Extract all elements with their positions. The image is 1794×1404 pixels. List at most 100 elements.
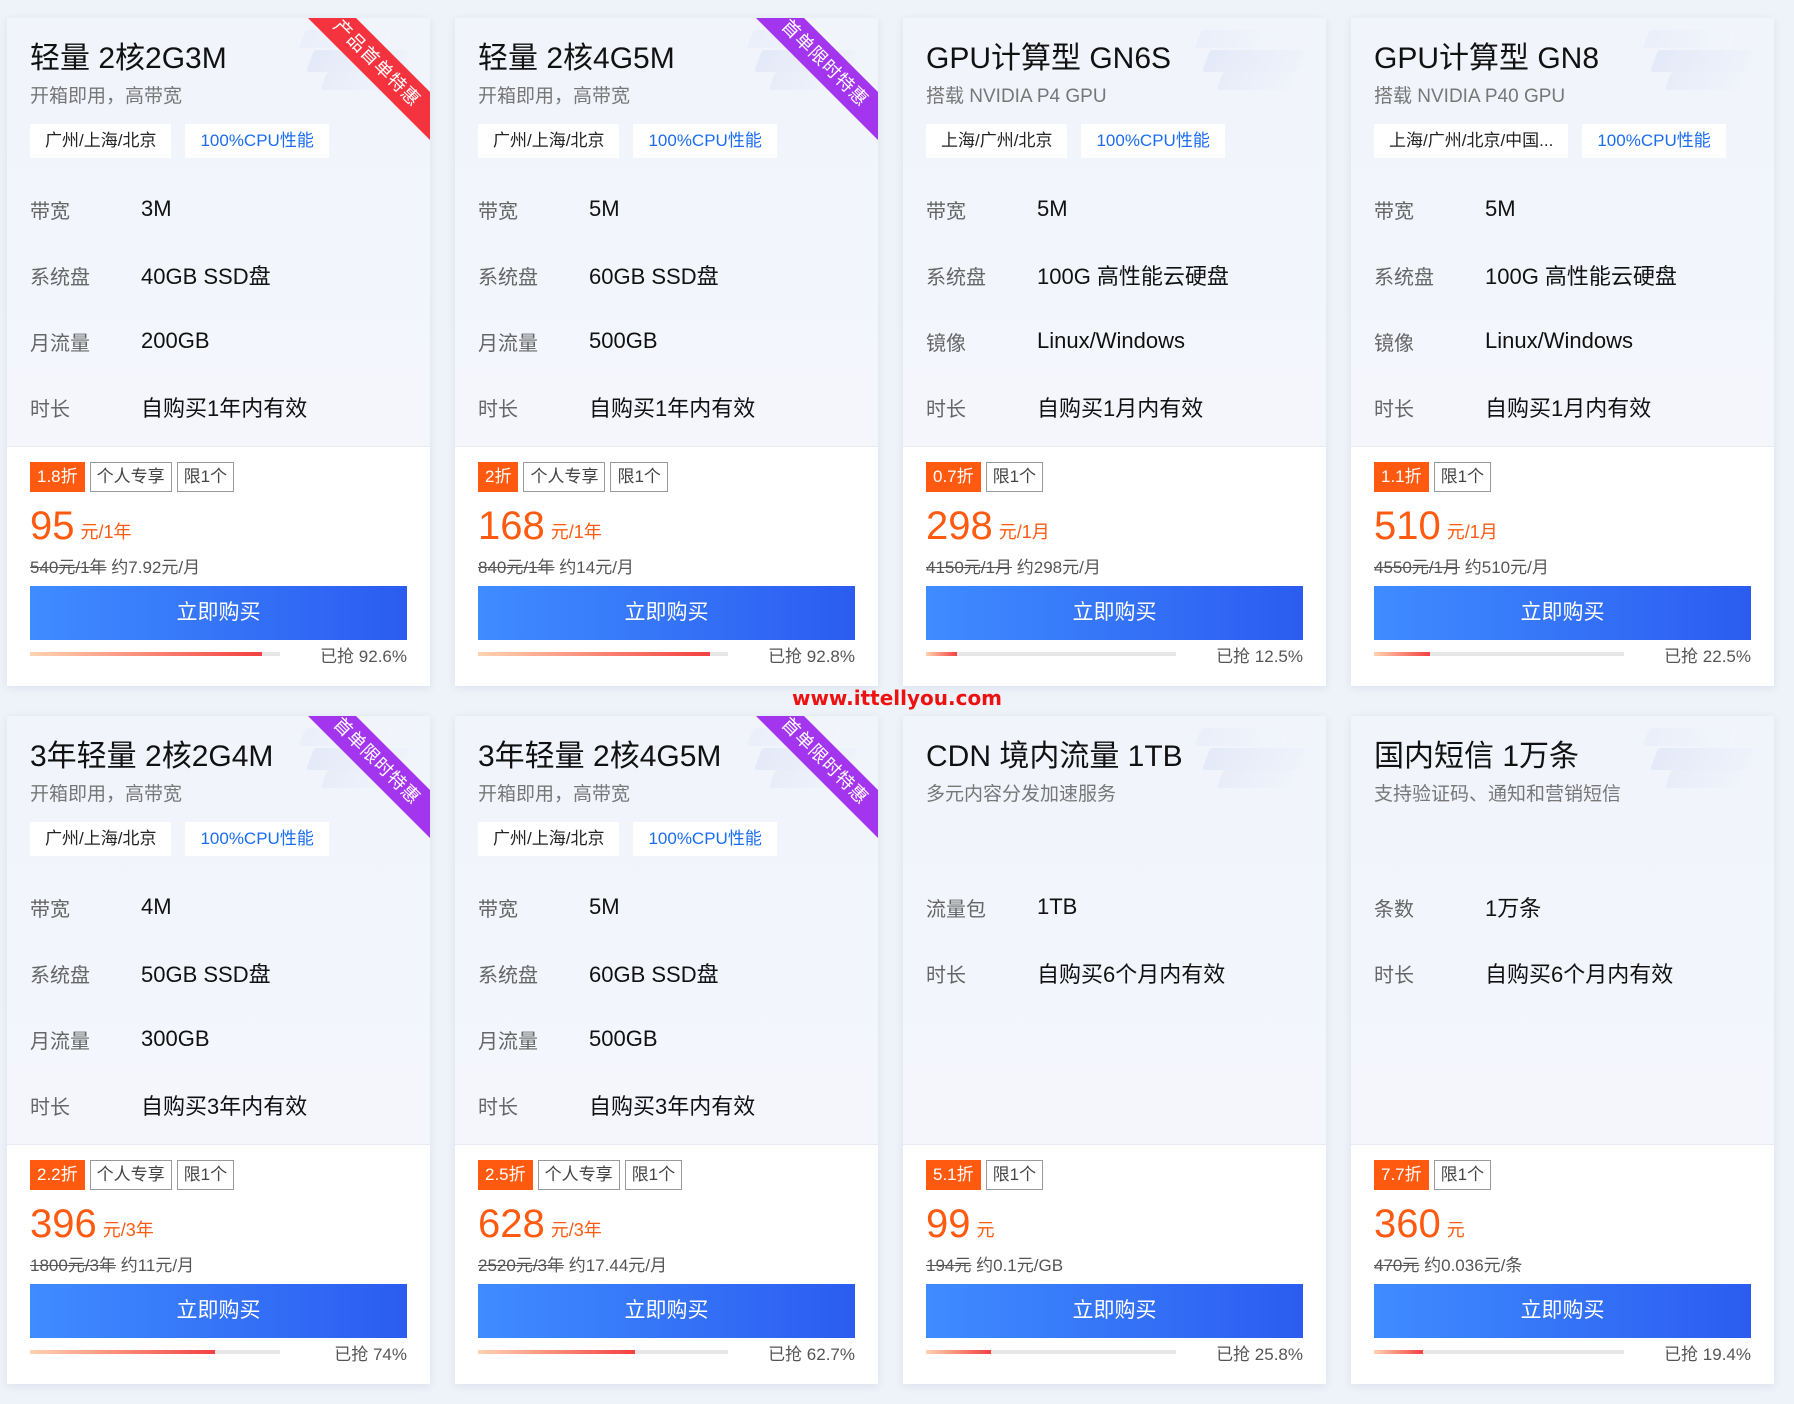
- discount-badge: 2.5折: [478, 1160, 533, 1190]
- spec-label: 系统盘: [30, 266, 90, 289]
- price-unit: 元/1年: [80, 522, 132, 542]
- card-header: CDN 境内流量 1TB 多元内容分发加速服务 流量包 1TB 时长 自购买6个月内有效: [903, 716, 1326, 1145]
- spec-value: 200GB: [141, 328, 210, 353]
- card-header: 首单限时特惠 3年轻量 2核2G4M 开箱即用，高带宽 广州/上海/北京 100%CPU…: [7, 716, 430, 1145]
- spec-value: 300GB: [141, 1026, 210, 1051]
- spec-row: 系统盘 50GB SSD盘: [30, 940, 407, 1006]
- price-row: 628 元/3年: [478, 1201, 855, 1247]
- product-card: GPU计算型 GN8 搭载 NVIDIA P40 GPU 上海/广州/北京/中国..…: [1351, 18, 1774, 686]
- tag-list: 上海/广州/北京/中国... 100%CPU性能: [1374, 124, 1751, 158]
- price-unit: 元: [976, 1220, 995, 1240]
- spec-value: 自购买1月内有效: [1485, 396, 1652, 421]
- spec-value: 自购买1年内有效: [589, 396, 756, 421]
- limit-badge: 限1个: [176, 462, 235, 492]
- cpu-tag: 100%CPU性能: [185, 822, 329, 856]
- progress-bar: [478, 652, 728, 656]
- spec-row: 带宽 5M: [478, 176, 855, 242]
- spec-row: 月流量 500GB: [478, 1006, 855, 1072]
- spec-list: 条数 1万条时长 自购买6个月内有效: [1374, 874, 1751, 1006]
- cpu-tag: 100%CPU性能: [633, 822, 777, 856]
- spec-label: 条数: [1374, 898, 1414, 921]
- spec-row: 带宽 5M: [478, 874, 855, 940]
- progress-fill: [478, 652, 710, 656]
- original-price-row: 194元 约0.1元/GB: [926, 1251, 1303, 1275]
- sale-price: 168: [478, 504, 545, 548]
- buy-now-button[interactable]: 立即购买: [926, 586, 1303, 640]
- spec-list: 带宽 3M 系统盘 40GB SSD盘 月流量 200GB 时长 自购买1年内有效: [30, 176, 407, 440]
- monthly-approx: 约17.44元/月: [568, 1256, 667, 1275]
- spec-label: 月流量: [478, 1030, 538, 1053]
- sales-progress: 已抢 19.4%: [1374, 1341, 1751, 1364]
- buy-now-button[interactable]: 立即购买: [30, 1284, 407, 1338]
- spec-row: 时长 自购买1年内有效: [30, 374, 407, 440]
- spec-label: 带宽: [1374, 200, 1414, 223]
- buy-now-button[interactable]: 立即购买: [478, 586, 855, 640]
- card-header: 国内短信 1万条 支持验证码、通知和营销短信 条数 1万条 时长 自购买6个月内有效: [1351, 716, 1774, 1145]
- spec-value: 自购买1月内有效: [1037, 396, 1204, 421]
- original-price-row: 2520元/3年 约17.44元/月: [478, 1251, 855, 1275]
- card-header: 产品首单特惠 轻量 2核2G3M 开箱即用，高带宽 广州/上海/北京 100%CPU性能…: [7, 18, 430, 447]
- price-row: 298 元/1月: [926, 503, 1303, 549]
- original-price: 194元: [926, 1256, 972, 1275]
- spec-label: 镜像: [926, 332, 966, 355]
- buy-now-button[interactable]: 立即购买: [1374, 1284, 1751, 1338]
- sales-progress: 已抢 74%: [30, 1341, 407, 1364]
- discount-badge: 5.1折: [926, 1160, 981, 1190]
- progress-bar: [30, 652, 280, 656]
- limit-badge: 个人专享: [89, 1160, 172, 1190]
- spec-row: 时长 自购买1月内有效: [926, 374, 1303, 440]
- spec-value: 自购买6个月内有效: [1037, 962, 1226, 987]
- price-row: 168 元/1年: [478, 503, 855, 549]
- spec-value: 5M: [589, 196, 620, 221]
- spec-label: 带宽: [30, 200, 70, 223]
- card-pricing: 2.2折 个人专享 限1个 396 元/3年 1800元/3年 约11元/月 立即购买 已抢 …: [7, 1145, 430, 1364]
- spec-row: 带宽 4M: [30, 874, 407, 940]
- buy-now-button[interactable]: 立即购买: [926, 1284, 1303, 1338]
- cpu-tag: 100%CPU性能: [633, 124, 777, 158]
- badge-list: 2折 个人专享 限1个: [478, 462, 855, 493]
- tag-list: 广州/上海/北京 100%CPU性能: [478, 822, 855, 856]
- sale-price: 99: [926, 1202, 971, 1246]
- spec-label: 系统盘: [478, 964, 538, 987]
- badge-list: 7.7折 限1个: [1374, 1160, 1751, 1191]
- original-price: 1800元/3年: [30, 1256, 116, 1275]
- spec-value: 1万条: [1485, 896, 1542, 921]
- spec-value: 100G 高性能云硬盘: [1485, 264, 1677, 289]
- discount-badge: 1.1折: [1374, 462, 1429, 492]
- spec-value: 60GB SSD盘: [589, 962, 719, 987]
- sold-percentage: 已抢 92.8%: [768, 646, 855, 666]
- spec-row: 时长 自购买6个月内有效: [1374, 940, 1751, 1006]
- buy-now-button[interactable]: 立即购买: [30, 586, 407, 640]
- sales-progress: 已抢 62.7%: [478, 1341, 855, 1364]
- original-price: 4550元/1月: [1374, 558, 1460, 577]
- progress-fill: [30, 652, 262, 656]
- card-pricing: 1.1折 限1个 510 元/1月 4550元/1月 约510元/月 立即购买 已抢 22.…: [1351, 447, 1774, 666]
- sale-price: 360: [1374, 1202, 1441, 1246]
- sold-percentage: 已抢 25.8%: [1216, 1344, 1303, 1364]
- spec-label: 月流量: [478, 332, 538, 355]
- discount-badge: 2折: [478, 462, 519, 492]
- region-tag: 上海/广州/北京/中国...: [1374, 124, 1569, 158]
- buy-now-button[interactable]: 立即购买: [1374, 586, 1751, 640]
- spec-row: 系统盘 40GB SSD盘: [30, 242, 407, 308]
- card-pricing: 5.1折 限1个 99 元 194元 约0.1元/GB 立即购买 已抢 25.8%: [903, 1145, 1326, 1364]
- price-unit: 元: [1446, 1220, 1465, 1240]
- tag-list: 上海/广州/北京 100%CPU性能: [926, 124, 1303, 158]
- spec-row: 带宽 5M: [926, 176, 1303, 242]
- tag-list: 广州/上海/北京 100%CPU性能: [30, 124, 407, 158]
- spec-list: 带宽 5M 系统盘 60GB SSD盘 月流量 500GB 时长 自购买3年内有效: [478, 874, 855, 1138]
- spec-value: Linux/Windows: [1037, 328, 1185, 353]
- product-card: GPU计算型 GN6S 搭载 NVIDIA P4 GPU 上海/广州/北京 100%C…: [903, 18, 1326, 686]
- spec-label: 系统盘: [478, 266, 538, 289]
- sales-progress: 已抢 25.8%: [926, 1341, 1303, 1364]
- sale-price: 396: [30, 1202, 97, 1246]
- sold-percentage: 已抢 92.6%: [320, 646, 407, 666]
- spec-row: 系统盘 100G 高性能云硬盘: [1374, 242, 1751, 308]
- spec-label: 时长: [1374, 398, 1414, 421]
- spec-value: 自购买3年内有效: [141, 1094, 308, 1119]
- buy-now-button[interactable]: 立即购买: [478, 1284, 855, 1338]
- original-price-row: 840元/1年 约14元/月: [478, 553, 855, 577]
- card-header: 首单限时特惠 轻量 2核4G5M 开箱即用，高带宽 广州/上海/北京 100%CPU性能…: [455, 18, 878, 447]
- limit-badge: 个人专享: [89, 462, 172, 492]
- spec-row: 时长 自购买1月内有效: [1374, 374, 1751, 440]
